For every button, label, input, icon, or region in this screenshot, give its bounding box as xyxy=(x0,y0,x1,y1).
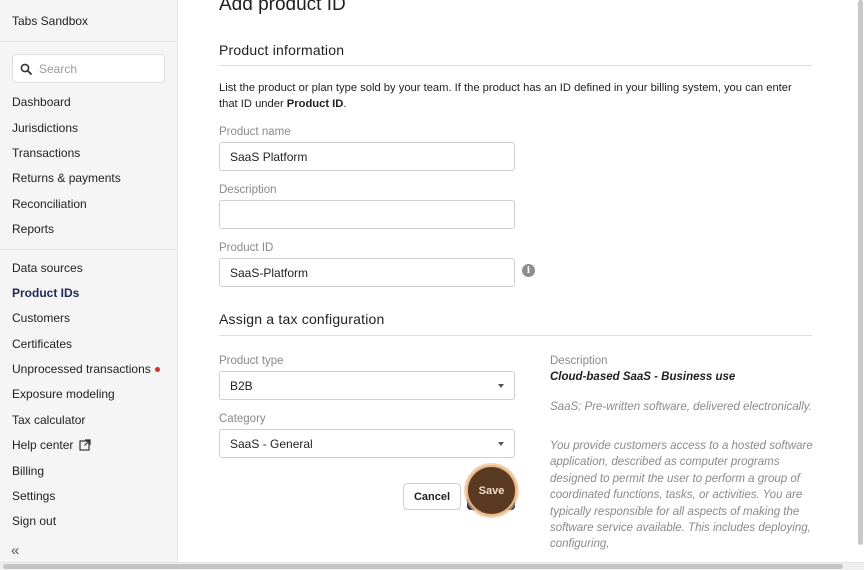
tax-description-title: Cloud-based SaaS - Business use xyxy=(550,371,736,383)
description-label: Description xyxy=(219,184,277,196)
search-icon xyxy=(20,63,32,75)
sidebar-item-customers[interactable]: Customers xyxy=(12,311,70,325)
section-divider xyxy=(219,65,812,66)
section-divider xyxy=(219,335,812,336)
sidebar-divider xyxy=(0,41,178,42)
sidebar-search[interactable] xyxy=(12,54,165,83)
intro-text-bold: Product ID xyxy=(286,98,344,110)
sidebar-item-jurisdictions[interactable]: Jurisdictions xyxy=(12,121,78,135)
intro-text-end: . xyxy=(343,98,347,110)
sidebar-item-dashboard[interactable]: Dashboard xyxy=(12,95,71,109)
product-id-input[interactable] xyxy=(219,258,515,287)
category-label: Category xyxy=(219,413,266,425)
sidebar-item-tax-calculator[interactable]: Tax calculator xyxy=(12,413,85,427)
tax-description-paragraph: SaaS: Pre-written software, delivered el… xyxy=(550,401,812,413)
sidebar-item-settings[interactable]: Settings xyxy=(12,489,55,503)
tax-description-label: Description xyxy=(550,355,608,367)
sidebar-item-billing[interactable]: Billing xyxy=(12,464,44,478)
page-title: Add product ID xyxy=(219,0,346,15)
alert-dot-icon xyxy=(154,366,160,372)
sidebar-item-returns-payments[interactable]: Returns & payments xyxy=(12,171,121,185)
section-title-product-information: Product information xyxy=(219,42,345,58)
sidebar: Tabs Sandbox Dashboard Jurisdictions Tra… xyxy=(0,0,178,570)
section-title-tax-configuration: Assign a tax configuration xyxy=(219,311,385,327)
description-input[interactable] xyxy=(219,200,515,229)
tax-description-paragraph: You provide customers access to a hosted… xyxy=(550,440,813,551)
product-type-value: B2B xyxy=(230,378,253,393)
save-button[interactable] xyxy=(467,483,515,510)
chevron-down-icon xyxy=(498,383,504,388)
sidebar-item-certificates[interactable]: Certificates xyxy=(12,337,72,351)
horizontal-scrollbar-thumb[interactable] xyxy=(3,564,843,569)
cancel-button[interactable]: Cancel xyxy=(403,483,461,510)
external-link-icon xyxy=(79,439,91,451)
category-value: SaaS - General xyxy=(230,436,313,451)
product-type-label: Product type xyxy=(219,355,284,367)
intro-text: List the product or plan type sold by yo… xyxy=(219,80,812,112)
vertical-scrollbar[interactable] xyxy=(858,0,863,545)
collapse-sidebar-icon[interactable]: « xyxy=(11,542,19,559)
product-name-input[interactable] xyxy=(219,142,515,171)
sidebar-divider xyxy=(0,249,178,250)
product-name-label: Product name xyxy=(219,126,291,138)
product-id-label: Product ID xyxy=(219,242,274,254)
sidebar-item-label: Unprocessed transactions xyxy=(12,362,151,376)
chevron-down-icon xyxy=(498,441,504,446)
sidebar-item-data-sources[interactable]: Data sources xyxy=(12,261,83,275)
sidebar-item-unprocessed-transactions[interactable]: Unprocessed transactions xyxy=(12,362,160,376)
main-content: Add product ID Product information List … xyxy=(178,0,864,570)
search-input[interactable] xyxy=(39,61,159,76)
category-select[interactable]: SaaS - General xyxy=(219,429,515,458)
sidebar-item-reports[interactable]: Reports xyxy=(12,222,54,236)
org-name: Tabs Sandbox xyxy=(12,14,89,28)
sidebar-item-reconciliation[interactable]: Reconciliation xyxy=(12,197,87,211)
sidebar-item-sign-out[interactable]: Sign out xyxy=(12,514,56,528)
sidebar-item-help-center[interactable]: Help center xyxy=(12,438,91,452)
sidebar-item-exposure-modeling[interactable]: Exposure modeling xyxy=(12,387,115,401)
sidebar-item-label: Help center xyxy=(12,438,74,452)
sidebar-item-product-ids[interactable]: Product IDs xyxy=(12,286,79,300)
info-icon[interactable]: i xyxy=(522,264,535,277)
product-type-select[interactable]: B2B xyxy=(219,371,515,400)
sidebar-item-transactions[interactable]: Transactions xyxy=(12,146,80,160)
